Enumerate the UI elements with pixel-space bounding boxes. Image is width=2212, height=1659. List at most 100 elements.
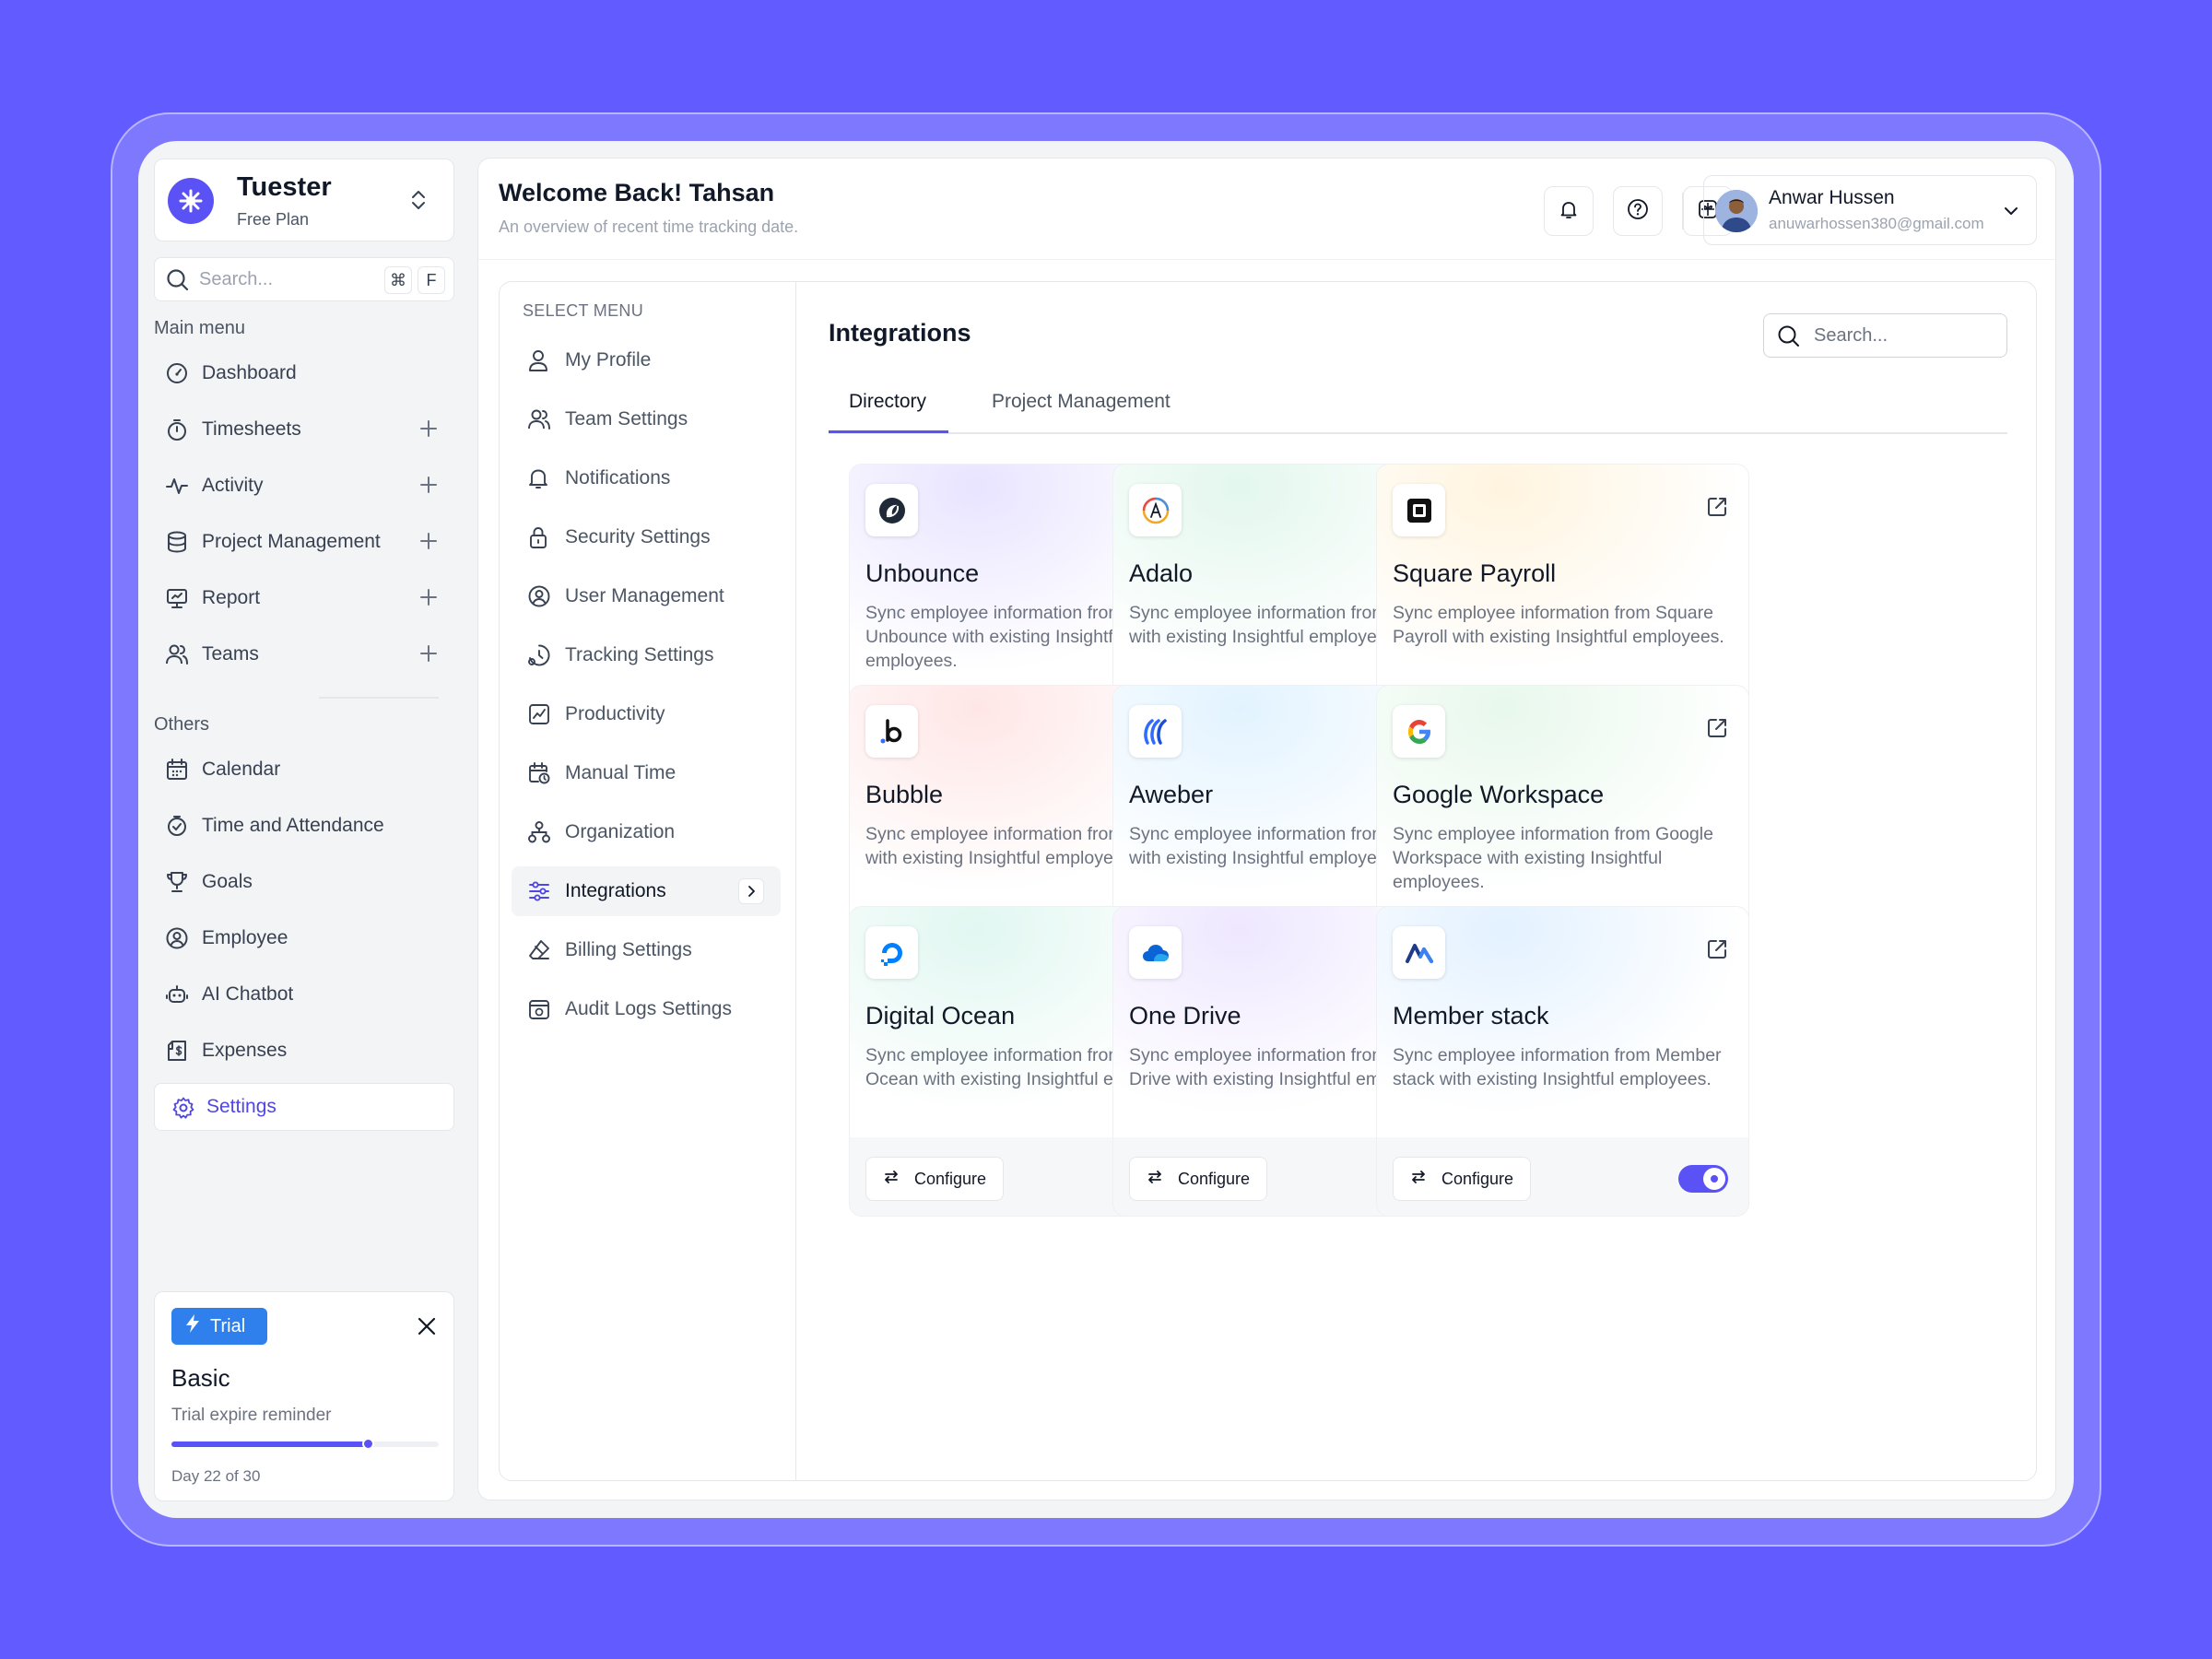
sidebar-item-activity[interactable]: Activity [154,462,454,510]
sidebar: Tuester Free Plan Search... ⌘ F Main men… [138,141,456,1518]
avatar [1715,190,1758,232]
tab-project-management[interactable]: Project Management [992,391,1171,413]
sidebar-item-label: Employee [202,927,288,948]
close-icon[interactable] [417,1316,437,1341]
lightning-icon [184,1313,201,1339]
trial-card: Trial Basic Trial expire reminder Day 22… [154,1291,454,1501]
settings-item-productivity[interactable]: Productivity [512,689,781,739]
sidebar-item-settings[interactable]: Settings [154,1083,454,1131]
unbounce-logo [865,484,918,536]
tab-directory[interactable]: Directory [849,391,926,413]
settings-menu-label: SELECT MENU [523,301,643,320]
trial-title: Basic [171,1364,230,1392]
integrations-search[interactable]: Search... [1763,313,2007,358]
integration-description: Sync employee information from Google Wo… [1393,824,1713,892]
org-chart-icon [527,820,551,849]
plus-icon[interactable] [418,418,440,444]
app-window: Tuester Free Plan Search... ⌘ F Main men… [138,141,2074,1518]
stopwatch-icon [165,418,189,441]
settings-item-user-management[interactable]: User Management [512,571,781,621]
settings-item-audit-logs[interactable]: Audit Logs Settings [512,984,781,1034]
external-link-icon[interactable] [1704,494,1730,524]
settings-content: SELECT MENU My Profile Team Settings Not… [499,281,2037,1481]
sidebar-item-expenses[interactable]: Expenses [154,1027,454,1075]
plus-icon[interactable] [418,586,440,613]
settings-item-label: Integrations [565,880,666,901]
trial-progress-bar [171,1438,439,1450]
integration-toggle-on[interactable] [1678,1165,1728,1193]
active-tab-indicator [829,430,948,433]
sidebar-item-time-attendance[interactable]: Time and Attendance [154,802,454,850]
plus-icon[interactable] [418,642,440,669]
sidebar-item-report[interactable]: Report [154,574,454,622]
settings-item-label: Manual Time [565,762,677,783]
robot-icon [165,982,189,1006]
calendar-icon [165,758,189,782]
brand-name: Tuester [237,172,332,202]
sidebar-item-label: Settings [206,1096,276,1117]
database-icon [165,530,189,554]
swap-icon [1410,1169,1427,1190]
settings-item-organization[interactable]: Organization [512,807,781,857]
user-icon [527,348,549,377]
kbd-command: ⌘ [384,266,412,294]
plus-icon[interactable] [418,530,440,557]
user-menu[interactable]: Anwar Hussen anuwarhossen380@gmail.com [1703,175,2037,245]
user-email: anuwarhossen380@gmail.com [1769,215,1984,232]
external-link-icon[interactable] [1704,936,1730,967]
notifications-button[interactable] [1544,186,1594,236]
audit-icon [527,997,551,1026]
sidebar-item-calendar[interactable]: Calendar [154,746,454,794]
main-menu-label: Main menu [154,318,245,338]
settings-item-manual-time[interactable]: Manual Time [512,748,781,798]
user-circle-icon [165,926,189,950]
settings-item-tracking[interactable]: Tracking Settings [512,630,781,680]
settings-item-label: Tracking Settings [565,644,714,665]
settings-item-billing[interactable]: Billing Settings [512,925,781,975]
settings-item-team-settings[interactable]: Team Settings [512,394,781,444]
sidebar-item-timesheets[interactable]: Timesheets [154,406,454,453]
trial-subtitle: Trial expire reminder [171,1406,332,1425]
settings-item-label: Security Settings [565,526,711,547]
memberstack-logo [1393,926,1445,979]
sidebar-item-teams[interactable]: Teams [154,630,454,678]
settings-item-security[interactable]: Security Settings [512,512,781,562]
sidebar-item-label: Expenses [202,1040,288,1061]
brand-logo-icon [168,178,214,224]
page-subtitle: An overview of recent time tracking date… [499,218,799,236]
gear-icon [171,1096,195,1120]
users-icon [165,642,189,666]
sidebar-item-employee[interactable]: Employee [154,914,454,962]
configure-button[interactable]: Configure [1393,1157,1531,1201]
settings-item-integrations[interactable]: Integrations [512,866,781,916]
configure-button[interactable]: Configure [1129,1157,1267,1201]
settings-item-label: Team Settings [565,408,688,429]
integrations-title: Integrations [829,319,971,347]
settings-item-my-profile[interactable]: My Profile [512,335,781,385]
eraser-icon [527,938,551,967]
integration-name: Digital Ocean [865,1002,1016,1030]
toggle-knob [1703,1168,1725,1190]
receipt-icon [165,1039,189,1063]
clock-check-icon [165,814,189,838]
settings-item-label: Notifications [565,467,671,488]
configure-label: Configure [914,1169,987,1188]
sidebar-item-ai-chatbot[interactable]: AI Chatbot [154,971,454,1018]
aweber-logo [1129,705,1182,758]
calendar-clock-icon [527,761,551,790]
configure-button[interactable]: Configure [865,1157,1004,1201]
plus-icon[interactable] [418,474,440,500]
sidebar-search[interactable]: Search... ⌘ F [154,257,454,301]
sidebar-item-dashboard[interactable]: Dashboard [154,349,454,397]
trial-day-text: Day 22 of 30 [171,1467,261,1485]
sidebar-item-label: AI Chatbot [202,983,294,1005]
chevron-down-icon [2001,201,2021,226]
trial-progress-fill [171,1441,368,1447]
integration-name: Square Payroll [1393,559,1557,587]
sidebar-item-project-management[interactable]: Project Management [154,518,454,566]
external-link-icon[interactable] [1704,715,1730,746]
sidebar-item-goals[interactable]: Goals [154,858,454,906]
workspace-switcher[interactable]: Tuester Free Plan [154,159,454,241]
settings-item-notifications[interactable]: Notifications [512,453,781,503]
help-button[interactable] [1613,186,1663,236]
